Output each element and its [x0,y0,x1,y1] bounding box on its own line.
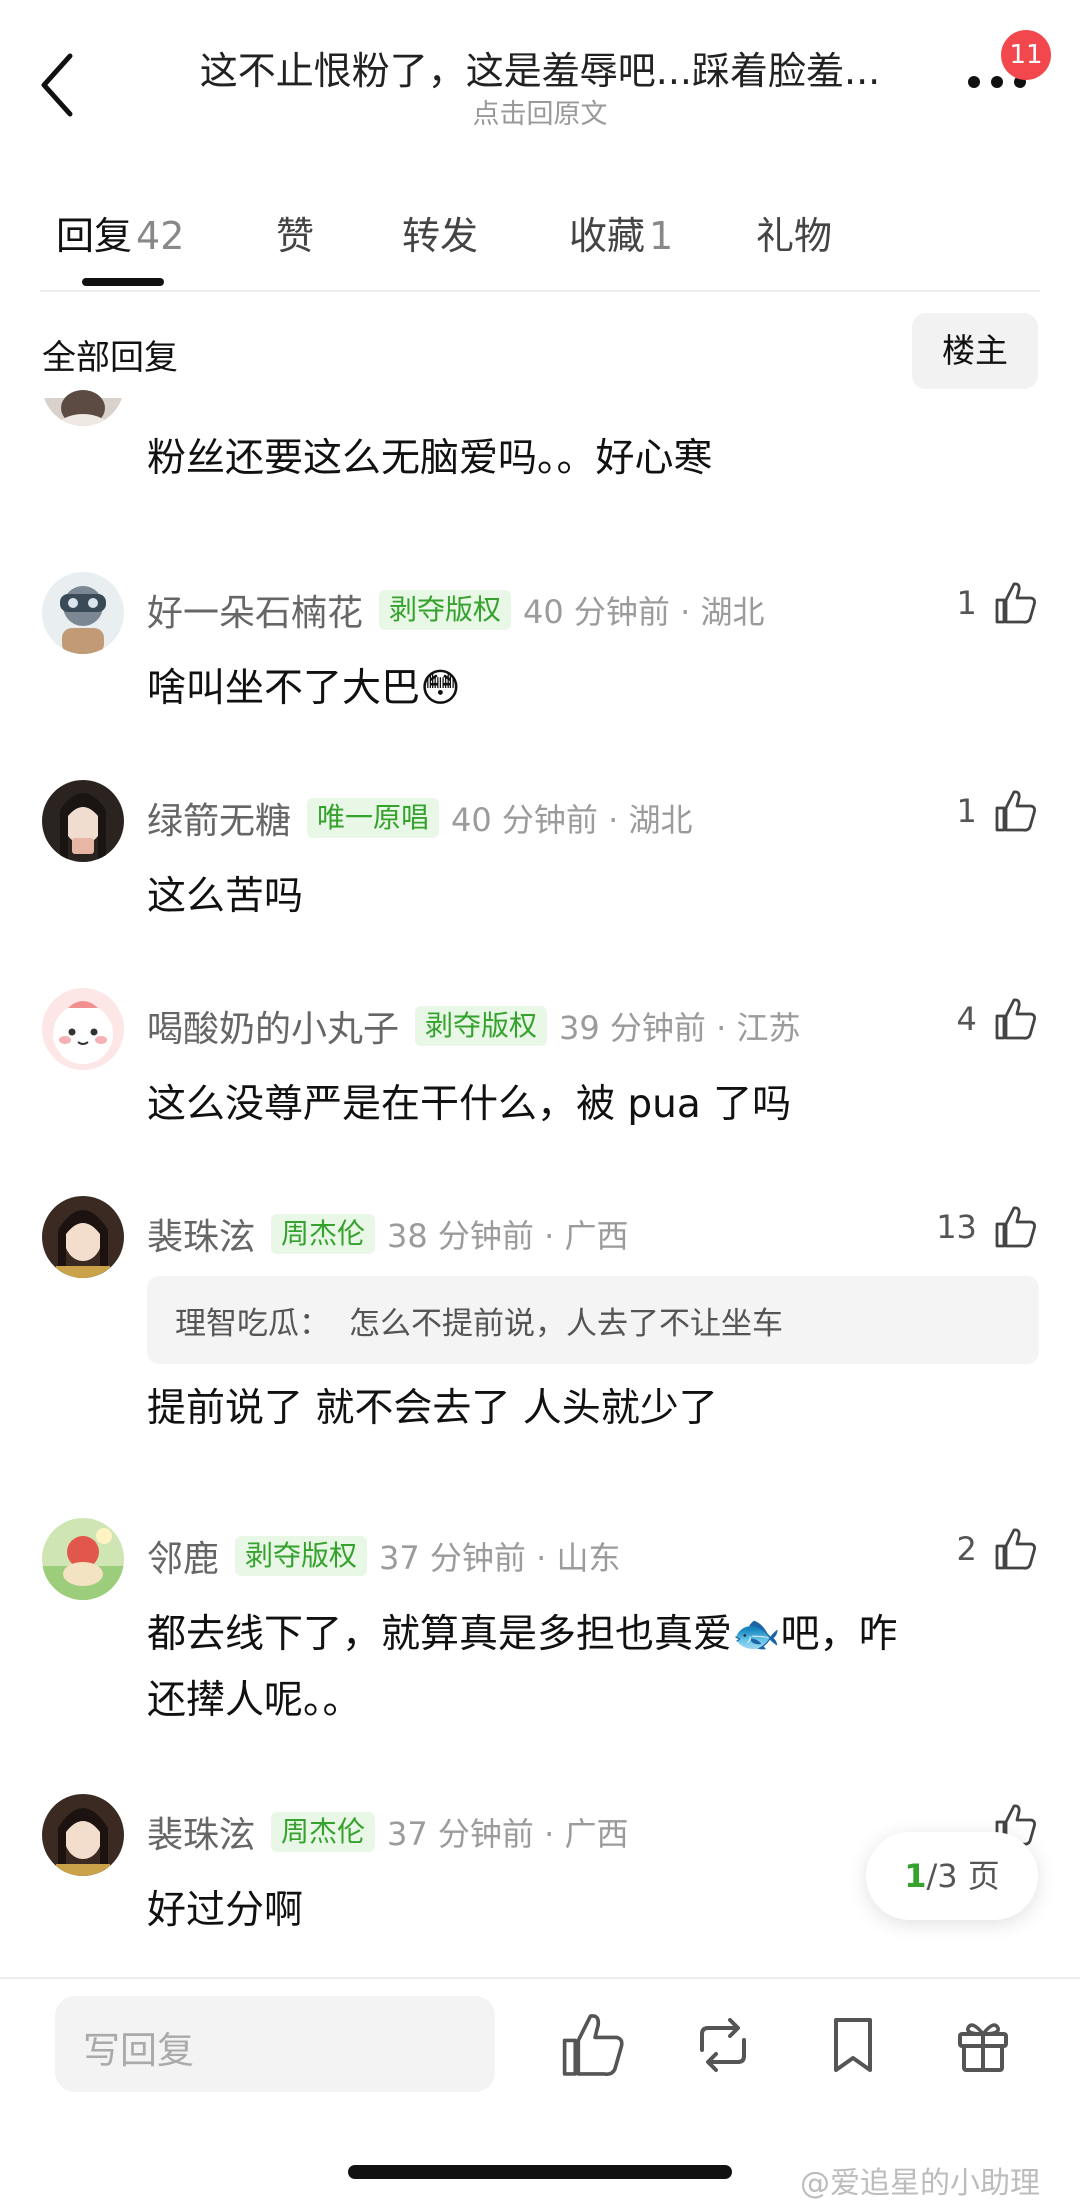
comment-time: 40 分钟前 · 湖北 [451,801,693,839]
avatar[interactable] [42,1196,124,1278]
comment-text: 这么苦吗 [147,874,304,919]
like-count: 13 [936,1208,977,1246]
comment-meta: 裴珠泫 周杰伦 37 分钟前 · 广西 [147,1806,628,1856]
like-button[interactable]: 4 [957,996,1038,1056]
comment-time: 40 分钟前 · 湖北 [523,593,765,631]
comment-meta: 喝酸奶的小丸子 剥夺版权 39 分钟前 · 江苏 [147,1000,800,1050]
comment-time: 39 分钟前 · 江苏 [559,1009,801,1047]
quoted-reply[interactable]: 理智吃瓜： 怎么不提前说，人去了不让坐车 [147,1276,1039,1364]
reply-input[interactable]: 写回复 [55,1996,495,2092]
tab-reposts[interactable]: 转发 [402,205,478,260]
tab-bar: 回复 42 赞 转发 收藏 1 礼物 [0,195,1080,290]
fan-badge[interactable]: 周杰伦 [271,1214,376,1254]
back-to-original-link[interactable]: 点击回原文 [150,92,930,131]
quoted-text: 怎么不提前说，人去了不让坐车 [349,1306,783,1342]
gift-icon[interactable] [948,2010,1018,2080]
bookmark-icon[interactable] [818,2010,888,2080]
fan-badge[interactable]: 剥夺版权 [415,1006,548,1046]
comment-item: 好一朵石楠花 剥夺版权 40 分钟前 · 湖北 1 啥叫坐不了大巴😳 [0,572,1080,712]
thumbs-up-icon [995,1206,1036,1248]
username[interactable]: 裴珠泫 [147,1815,255,1856]
comment-meta: 裴珠泫 周杰伦 38 分钟前 · 广西 [147,1208,628,1258]
like-count: 2 [956,1530,977,1568]
avatar[interactable] [42,572,124,654]
thumbs-up-icon [995,1528,1036,1570]
comment-text: 都去线下了，就算真是多担也真爱🐟吧，咋 还撵人呢。。 [147,1602,1027,1734]
tab-likes[interactable]: 赞 [276,205,314,260]
fan-badge[interactable]: 剥夺版权 [379,590,512,630]
comment-partial: 粉丝还要这么无脑爱吗。。好心寒 [0,390,1080,490]
fan-badge[interactable]: 剥夺版权 [235,1536,368,1576]
thumbs-up-icon [995,790,1036,832]
tab-gifts[interactable]: 礼物 [756,205,832,260]
tab-label: 赞 [276,214,315,258]
bottom-divider [0,1977,1080,1979]
page-indicator[interactable]: 1/3 页 [866,1832,1038,1920]
like-icon[interactable] [557,2010,627,2080]
avatar[interactable] [42,1518,124,1600]
comment-text-line: 还撵人呢。。 [147,1678,362,1723]
current-page: 1 [904,1857,927,1895]
repost-icon[interactable] [688,2010,758,2080]
username[interactable]: 喝酸奶的小丸子 [147,1009,399,1050]
like-button[interactable]: 13 [936,1204,1038,1264]
avatar[interactable] [42,1794,124,1876]
watermark: @爱追星的小助理 [800,2166,1040,2201]
thumbs-up-icon [995,998,1036,1040]
comment-text: 粉丝还要这么无脑爱吗。。好心寒 [147,436,713,481]
thumbs-up-icon [995,582,1036,624]
fan-badge[interactable]: 唯一原唱 [307,798,440,838]
comment-item: 绿箭无糖 唯一原唱 40 分钟前 · 湖北 1 这么苦吗 [0,780,1080,920]
reply-placeholder: 写回复 [83,2029,194,2072]
avatar[interactable] [42,988,124,1070]
tab-count: 42 [136,214,185,258]
tab-label: 收藏 [569,214,646,258]
tab-label: 礼物 [756,214,833,258]
like-count: 1 [956,584,977,622]
like-button[interactable]: 1 [957,788,1038,848]
tab-count: 1 [649,214,674,258]
username[interactable]: 裴珠泫 [147,1217,255,1258]
comment-time: 37 分钟前 · 山东 [379,1539,621,1577]
like-count: 1 [956,792,977,830]
comment-text: 这么没尊严是在干什么，被 pua 了吗 [147,1082,792,1127]
comment-meta: 绿箭无糖 唯一原唱 40 分钟前 · 湖北 [147,792,692,842]
username[interactable]: 好一朵石楠花 [147,593,363,634]
tab-divider [40,290,1040,292]
comment-text-line: 都去线下了，就算真是多担也真爱🐟吧，咋 [147,1612,898,1657]
tab-label: 转发 [402,214,479,258]
comment-item: 裴珠泫 周杰伦 38 分钟前 · 广西 13 理智吃瓜： 怎么不提前说，人去了不让坐… [0,1196,1080,1436]
comment-item: 邻鹿 剥夺版权 37 分钟前 · 山东 2 都去线下了，就算真是多担也真爱🐟吧，咋 … [0,1518,1080,1738]
comment-time: 38 分钟前 · 广西 [387,1217,629,1255]
home-indicator [348,2165,732,2179]
comment-meta: 好一朵石楠花 剥夺版权 40 分钟前 · 湖北 [147,584,764,634]
header: 这不止恨粉了，这是羞辱吧...踩着脸羞... 点击回原文 11 [0,0,1080,170]
all-replies-label[interactable]: 全部回复 [42,330,178,379]
like-count: 4 [956,1000,977,1038]
like-button[interactable]: 1 [957,580,1038,640]
avatar[interactable] [42,780,124,862]
comment-text: 啥叫坐不了大巴😳 [147,666,461,711]
avatar[interactable] [42,380,124,426]
notification-badge[interactable]: 11 [1001,30,1051,80]
comment-item: 喝酸奶的小丸子 剥夺版权 39 分钟前 · 江苏 4 这么没尊严是在干什么，被 pu… [0,988,1080,1128]
op-only-button[interactable]: 楼主 [912,313,1038,389]
tab-favorites[interactable]: 收藏 1 [569,205,673,260]
like-button[interactable]: 2 [957,1526,1038,1586]
tab-replies[interactable]: 回复 42 [56,205,184,260]
fan-badge[interactable]: 周杰伦 [271,1812,376,1852]
comment-meta: 邻鹿 剥夺版权 37 分钟前 · 山东 [147,1530,620,1580]
active-tab-indicator [82,278,164,286]
total-pages: /3 页 [926,1857,1000,1895]
quoted-username: 理智吃瓜： [175,1306,330,1342]
username[interactable]: 绿箭无糖 [147,801,291,842]
post-title[interactable]: 这不止恨粉了，这是羞辱吧...踩着脸羞... [150,40,930,95]
comment-time: 37 分钟前 · 广西 [387,1815,629,1853]
tab-label: 回复 [56,214,133,258]
back-icon[interactable] [38,50,78,120]
username[interactable]: 邻鹿 [147,1539,219,1580]
comment-text: 提前说了 就不会去了 人头就少了 [147,1386,718,1431]
